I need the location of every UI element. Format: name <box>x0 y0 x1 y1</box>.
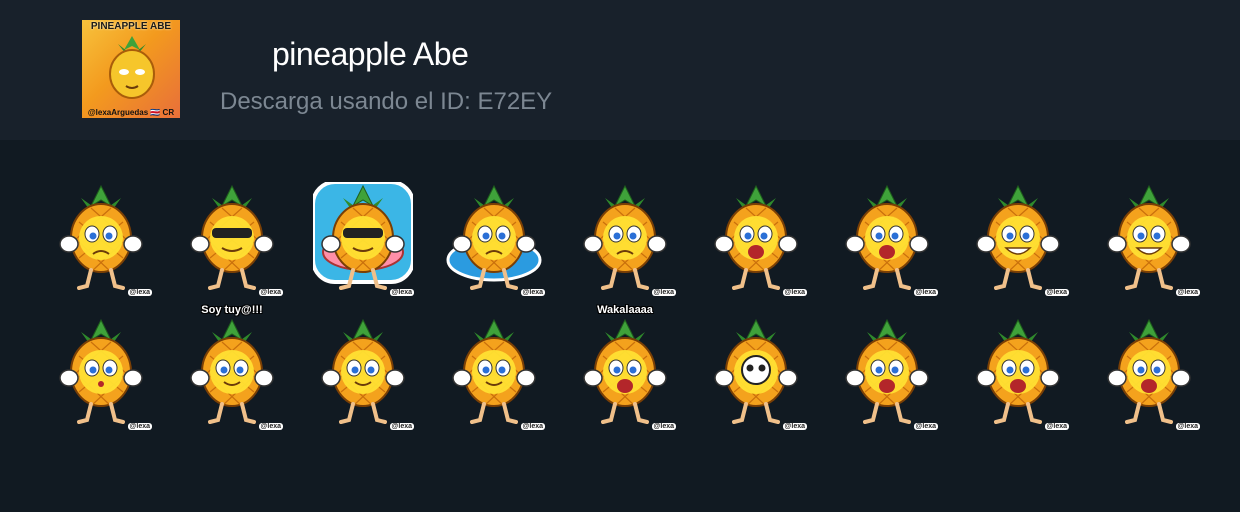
melting-pineapple-sticker <box>446 184 542 290</box>
cover-title: PINEAPPLE ABE <box>90 21 172 32</box>
sweating-pineapple-sticker <box>583 184 667 290</box>
sticker-watermark: @lexa <box>1044 289 1069 296</box>
sticker-tile[interactable]: @lexa <box>691 306 821 438</box>
sticker-watermark: @lexa <box>389 423 414 430</box>
sticker-watermark: @lexa <box>520 423 545 430</box>
sticker-tile[interactable]: @lexa <box>298 172 428 304</box>
sticker-watermark: @lexa <box>258 289 283 296</box>
sticker-tile[interactable]: @lexa <box>429 306 559 438</box>
grinning-pineapple-sticker <box>1107 184 1191 290</box>
thumbs-up-pineapple-sticker <box>321 318 405 424</box>
kissing-pineapple-sticker <box>59 318 143 424</box>
sticker-watermark: @lexa <box>127 289 152 296</box>
sticker-watermark: @lexa <box>651 423 676 430</box>
sticker-grid: @lexa @lexa @lexa @lexa @lexa @lexa @lexa @lexa… <box>36 172 1216 438</box>
sticker-tile[interactable]: Soy tuy@!!! @lexa <box>167 304 297 438</box>
sticker-tile[interactable]: @lexa <box>1084 172 1214 304</box>
sticker-tile[interactable]: @lexa <box>560 172 690 304</box>
screaming-pineapple-sticker <box>845 318 929 424</box>
pack-title: pineapple Abe <box>272 36 469 72</box>
pineapple-icon <box>109 36 155 99</box>
sticker-tile[interactable]: @lexa <box>691 172 821 304</box>
sticker-tile[interactable]: @lexa <box>36 306 166 438</box>
laughing-pineapple-sticker <box>845 184 929 290</box>
sticker-watermark: @lexa <box>127 423 152 430</box>
pool-float-pineapple-sticker <box>313 182 413 290</box>
sticker-watermark: @lexa <box>782 289 807 296</box>
sticker-watermark: @lexa <box>1175 423 1200 430</box>
sticker-watermark: @lexa <box>258 423 283 430</box>
sticker-tile[interactable]: @lexa <box>953 172 1083 304</box>
shocked-pineapple-sticker <box>714 184 798 290</box>
sticker-tile[interactable]: @lexa <box>822 172 952 304</box>
sticker-tile[interactable]: Wakalaaaa @lexa <box>560 304 690 438</box>
crying-pineapple-sticker <box>59 184 143 290</box>
cover-credit: @lexaArguedas 🇨🇷 CR <box>87 108 175 117</box>
sticker-watermark: @lexa <box>651 289 676 296</box>
sticker-tile[interactable]: @lexa <box>822 306 952 438</box>
sticker-tile[interactable]: @lexa <box>36 172 166 304</box>
sticker-tile[interactable]: @lexa <box>953 306 1083 438</box>
skull-pineapple-sticker <box>714 318 798 424</box>
sticker-watermark: @lexa <box>782 423 807 430</box>
hula-pineapple-sticker <box>190 318 274 424</box>
pack-header: PINEAPPLE ABE @lexaArguedas 🇨🇷 CR pineap… <box>0 0 1240 140</box>
worried-pineapple-sticker <box>976 318 1060 424</box>
exploding-pineapple-sticker <box>1107 318 1191 424</box>
sticker-watermark: @lexa <box>1044 423 1069 430</box>
eating-pineapple-sticker <box>583 318 667 424</box>
sticker-tile[interactable]: @lexa <box>429 172 559 304</box>
download-id-text: Descarga usando el ID: E72EY <box>220 88 553 115</box>
sticker-watermark: @lexa <box>389 289 414 296</box>
sticker-watermark: @lexa <box>913 423 938 430</box>
sticker-caption: Wakalaaaa <box>597 304 653 316</box>
sticker-caption: Soy tuy@!!! <box>201 304 263 316</box>
sticker-tile[interactable]: @lexa <box>167 172 297 304</box>
sticker-watermark: @lexa <box>520 289 545 296</box>
sticker-tile[interactable]: @lexa <box>298 306 428 438</box>
sticker-watermark: @lexa <box>1175 289 1200 296</box>
pack-cover-image: PINEAPPLE ABE @lexaArguedas 🇨🇷 CR <box>82 20 180 118</box>
flying-pineapple-sticker <box>976 184 1060 290</box>
toasting-pineapple-sticker <box>452 318 536 424</box>
sticker-watermark: @lexa <box>913 289 938 296</box>
sticker-tile[interactable]: @lexa <box>1084 306 1214 438</box>
sunglasses-pineapple-sticker <box>190 184 274 290</box>
